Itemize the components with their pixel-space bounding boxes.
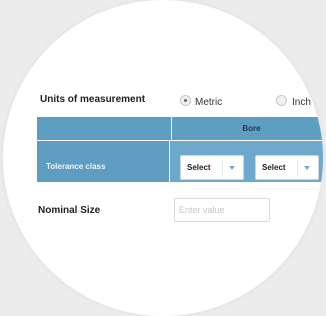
select-divider — [222, 160, 223, 176]
chevron-down-icon[interactable] — [229, 166, 235, 170]
inch-radio[interactable] — [276, 95, 287, 106]
metric-radio-label: Metric — [195, 97, 223, 108]
tolerance-select-2-value: Select — [262, 163, 286, 172]
bore-column-header: Bore — [171, 117, 323, 140]
metric-radio[interactable] — [180, 95, 191, 106]
zoom-lens: Units of measurement Metric Inch Bore To… — [3, 0, 323, 316]
tolerance-select-2[interactable]: Select — [255, 155, 319, 180]
inch-radio-label: Inch — [292, 97, 311, 108]
select-divider — [297, 160, 298, 176]
tolerance-select-1-value: Select — [187, 163, 211, 172]
form-panel: Units of measurement Metric Inch Bore To… — [3, 0, 323, 316]
tolerance-select-1[interactable]: Select — [180, 155, 244, 180]
chevron-down-icon[interactable] — [304, 166, 310, 170]
nominal-size-input[interactable] — [174, 198, 270, 222]
tolerance-class-label: Tolerance class — [46, 162, 106, 171]
units-of-measurement-label: Units of measurement — [40, 94, 146, 105]
nominal-size-label: Nominal Size — [38, 205, 101, 216]
